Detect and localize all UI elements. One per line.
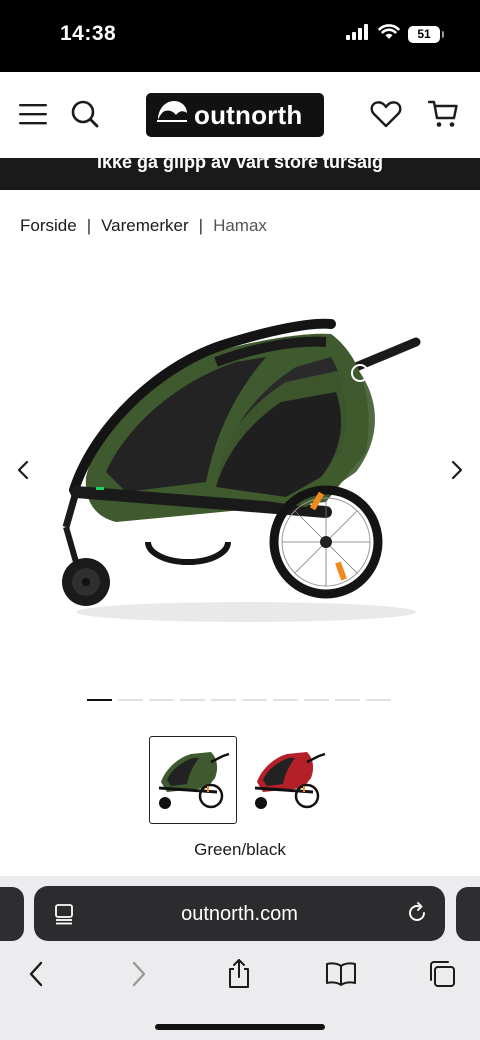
next-tab-preview[interactable] (456, 887, 480, 941)
carousel-dot[interactable] (242, 699, 267, 701)
logo-text: outnorth (194, 99, 303, 130)
cart-icon[interactable] (425, 96, 461, 132)
cellular-signal-icon (346, 24, 370, 45)
share-icon[interactable] (219, 954, 259, 994)
carousel-dot[interactable] (366, 699, 391, 701)
green-trailer-thumbnail-icon (158, 752, 230, 809)
browser-nav-row (0, 954, 480, 994)
product-image-carousel[interactable] (0, 290, 480, 670)
status-icons: 51 (346, 24, 444, 45)
variant-selector (149, 736, 333, 824)
battery-indicator: 51 (408, 26, 444, 43)
mountain-logo-icon (156, 98, 188, 133)
carousel-next-arrow-icon[interactable] (442, 455, 472, 485)
variant-thumb-green-black[interactable] (149, 736, 237, 824)
selected-variant-label: Green/black (194, 840, 286, 859)
breadcrumb-item-forside[interactable]: Forside (20, 216, 77, 236)
carousel-dot[interactable] (273, 699, 298, 701)
bookmarks-icon[interactable] (321, 954, 361, 994)
carousel-prev-arrow-icon[interactable] (8, 455, 38, 485)
breadcrumb: Forside | Varemerker | Hamax (20, 216, 267, 236)
carousel-dot[interactable] (180, 699, 205, 701)
reload-icon[interactable] (406, 902, 428, 929)
menu-icon[interactable] (15, 96, 51, 132)
breadcrumb-item-varemerker[interactable]: Varemerker (101, 216, 189, 236)
promo-banner[interactable]: Ikke gå glipp av vårt store tursalg (0, 158, 480, 190)
breadcrumb-separator: | (86, 216, 92, 235)
carousel-dot[interactable] (335, 699, 360, 701)
forward-arrow-icon[interactable] (119, 954, 159, 994)
carousel-dot[interactable] (149, 699, 174, 701)
status-time: 14:38 (60, 22, 117, 45)
promo-text: Ikke gå glipp av vårt store tursalg (96, 158, 384, 172)
breadcrumb-item-hamax[interactable]: Hamax (213, 216, 267, 236)
site-header: outnorth (0, 72, 480, 158)
address-bar[interactable]: outnorth.com (34, 886, 445, 941)
home-indicator (155, 1024, 325, 1030)
breadcrumb-separator: | (198, 216, 204, 235)
carousel-dot[interactable] (118, 699, 143, 701)
previous-tab-preview[interactable] (0, 887, 24, 941)
back-arrow-icon[interactable] (16, 954, 56, 994)
outnorth-logo[interactable]: outnorth (146, 93, 324, 137)
carousel-dot[interactable] (304, 699, 329, 701)
url-text: outnorth.com (181, 903, 298, 925)
wifi-icon (378, 24, 400, 45)
carousel-pagination (87, 699, 391, 701)
status-bar: 14:38 51 (0, 0, 480, 72)
carousel-dot[interactable] (87, 699, 112, 701)
carousel-dot[interactable] (211, 699, 236, 701)
tabs-icon[interactable] (422, 954, 462, 994)
red-trailer-thumbnail-icon (254, 752, 326, 809)
heart-icon[interactable] (368, 96, 404, 132)
browser-toolbar: outnorth.com (0, 876, 480, 1040)
bike-trailer-image (62, 318, 421, 622)
search-icon[interactable] (67, 96, 103, 132)
variant-thumb-red-black[interactable] (245, 736, 333, 824)
